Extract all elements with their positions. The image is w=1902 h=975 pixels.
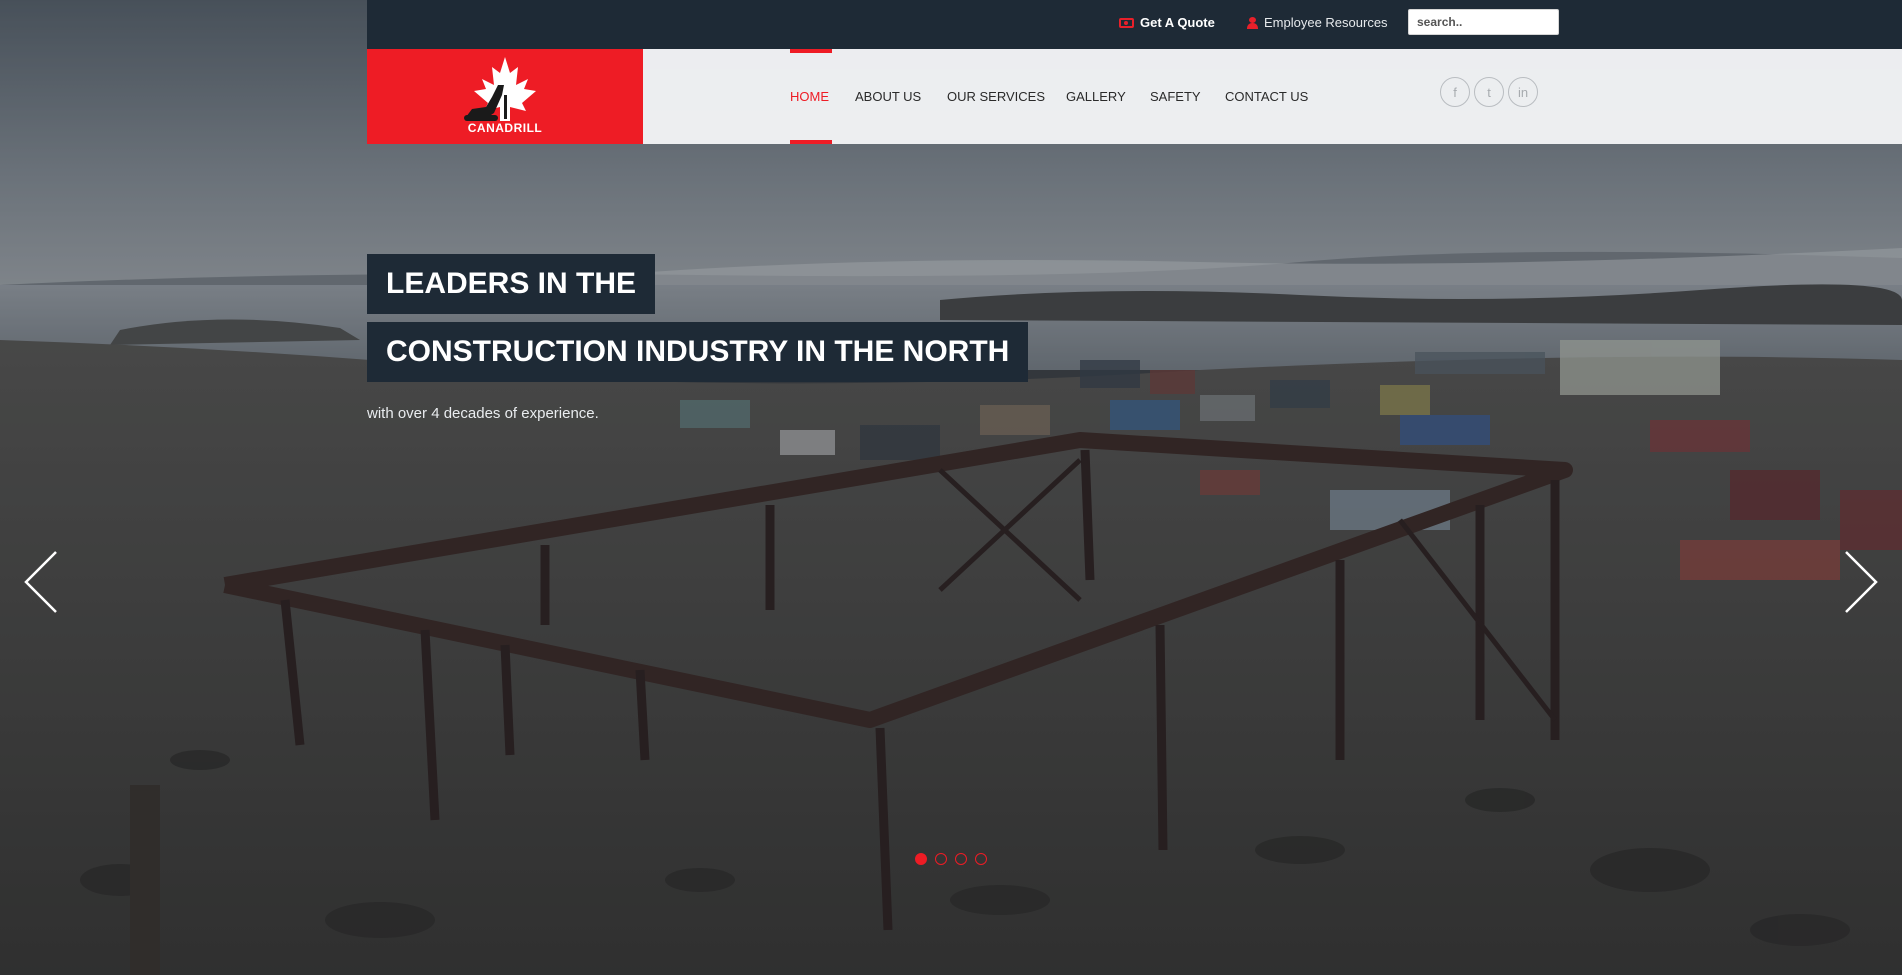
hero-overlay <box>0 0 1902 975</box>
facebook-icon[interactable]: f <box>1440 77 1470 107</box>
get-a-quote-label: Get A Quote <box>1140 15 1215 30</box>
carousel-pagination <box>915 853 987 865</box>
carousel-dot-3[interactable] <box>955 853 967 865</box>
search-input[interactable] <box>1408 9 1559 35</box>
nav-active-indicator-top <box>790 49 832 53</box>
get-a-quote-link[interactable]: Get A Quote <box>1119 15 1215 30</box>
logo-wordmark: CANADRILL <box>467 121 543 135</box>
chevron-left-icon <box>24 551 57 613</box>
linkedin-icon[interactable]: in <box>1508 77 1538 107</box>
nav-item-gallery[interactable]: GALLERY <box>1066 89 1126 104</box>
nav-item-our-services[interactable]: OUR SERVICES <box>947 89 1045 104</box>
hero-slider <box>0 0 1902 975</box>
employee-resources-label: Employee Resources <box>1264 15 1388 30</box>
main-navigation: HOME ABOUT US OUR SERVICES GALLERY SAFET… <box>643 49 1902 144</box>
hero-headline-line-1: LEADERS IN THE <box>367 254 656 314</box>
top-bar: Get A Quote Employee Resources <box>367 0 1902 49</box>
carousel-dot-2[interactable] <box>935 853 947 865</box>
hero-subline: with over 4 decades of experience. <box>367 405 599 422</box>
site-logo[interactable]: CANADRILL <box>367 49 643 144</box>
carousel-prev-button[interactable] <box>22 548 62 616</box>
nav-item-home[interactable]: HOME <box>790 89 829 104</box>
carousel-next-button[interactable] <box>1840 548 1880 616</box>
employee-resources-link[interactable]: Employee Resources <box>1247 15 1388 30</box>
nav-item-about-us[interactable]: ABOUT US <box>855 89 921 104</box>
carousel-dot-4[interactable] <box>975 853 987 865</box>
nav-item-safety[interactable]: SAFETY <box>1150 89 1201 104</box>
chevron-right-icon <box>1845 551 1878 613</box>
nav-active-indicator-bottom <box>790 140 832 144</box>
hero-headline-line-2: CONSTRUCTION INDUSTRY IN THE NORTH <box>367 322 1029 382</box>
twitter-icon[interactable]: t <box>1474 77 1504 107</box>
carousel-dot-1[interactable] <box>915 853 927 865</box>
nav-item-contact-us[interactable]: CONTACT US <box>1225 89 1308 104</box>
user-icon <box>1247 16 1258 29</box>
money-icon <box>1119 17 1134 28</box>
